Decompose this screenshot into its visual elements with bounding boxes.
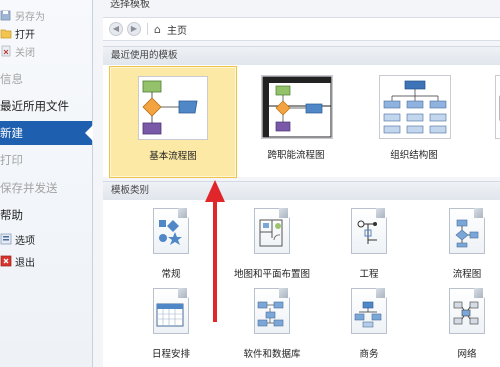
active-indicator <box>85 125 93 141</box>
schedule-icon <box>156 303 184 327</box>
sidebar-item-label: 选项 <box>15 235 35 247</box>
category-network[interactable]: 网络 <box>427 288 500 360</box>
sidebar-item-label: 打开 <box>15 29 35 41</box>
exit-icon <box>0 255 12 267</box>
fold-icon <box>178 208 187 218</box>
template-org-chart[interactable]: 组织结构图 <box>359 66 469 176</box>
network-icon <box>453 301 479 325</box>
template-cross-functional-flowchart[interactable]: 跨职能流程图 <box>241 66 351 176</box>
category-label: 流程图 <box>452 269 482 280</box>
close-file-icon <box>0 45 12 57</box>
category-label: 日程安排 <box>151 349 190 360</box>
map-floorplan-icon <box>259 219 283 247</box>
template-categories-panel: 常规 地图和平面布置图 工程 流程图 日程安排 软件和数据库 商务 网络 <box>103 200 500 367</box>
sidebar-item-label: 最近所用文件 <box>0 99 69 113</box>
software-database-icon <box>257 301 284 327</box>
fold-icon <box>279 208 288 218</box>
home-icon[interactable]: ⌂ <box>154 23 161 36</box>
back-button[interactable]: ◀ <box>109 22 123 36</box>
category-maps-floorplans[interactable]: 地图和平面布置图 <box>232 208 312 280</box>
options-icon <box>0 233 12 245</box>
category-schedule[interactable]: 日程安排 <box>131 288 211 360</box>
category-general[interactable]: 常规 <box>131 208 211 280</box>
sidebar-item-save-send[interactable]: 保存并发送 <box>0 177 92 199</box>
fold-icon <box>474 288 483 298</box>
basic-flowchart-thumbnail <box>138 76 208 140</box>
sidebar-item-label: 关闭 <box>15 47 35 59</box>
category-label: 商务 <box>359 349 379 360</box>
general-shapes-icon <box>159 220 182 245</box>
category-software-database[interactable]: 软件和数据库 <box>232 288 312 360</box>
business-icon <box>354 301 382 328</box>
sidebar-item-label: 另存为 <box>15 11 45 23</box>
cross-functional-thumbnail <box>261 75 333 139</box>
sidebar-item-new[interactable]: 新建 <box>0 121 93 145</box>
save-as-icon <box>0 9 12 21</box>
sidebar-item-label: 退出 <box>15 257 35 269</box>
template-categories-header: 模板类别 <box>103 181 500 201</box>
category-label: 工程 <box>359 269 379 280</box>
recent-templates-panel: 基本流程图 跨职能流程图 组织结构图 <box>103 65 500 178</box>
recent-templates-header: 最近使用的模板 <box>103 46 500 66</box>
category-label: 软件和数据库 <box>243 349 301 360</box>
fold-icon <box>474 208 483 218</box>
annotation-arrow-shaft <box>213 198 217 322</box>
open-folder-icon <box>0 27 12 39</box>
category-business[interactable]: 商务 <box>329 288 409 360</box>
fold-icon <box>376 208 385 218</box>
divider <box>147 23 148 35</box>
engineering-icon <box>357 220 377 244</box>
fold-icon <box>279 288 288 298</box>
forward-button[interactable]: ▶ <box>127 22 141 36</box>
backstage-sidebar: 另存为 打开 关闭 信息 最近所用文件 新建 打印 保存并发送 帮助 选项 退出 <box>0 0 93 367</box>
sidebar-item-help[interactable]: 帮助 <box>0 204 92 226</box>
fold-icon <box>376 288 385 298</box>
sidebar-item-recent[interactable]: 最近所用文件 <box>0 95 92 117</box>
template-label: 组织结构图 <box>390 150 438 161</box>
flowchart-icon <box>455 219 479 248</box>
breadcrumb-home[interactable]: 主页 <box>167 22 187 37</box>
category-label: 常规 <box>161 269 181 280</box>
sidebar-item-exit[interactable]: 退出 <box>0 250 92 272</box>
org-chart-thumbnail <box>379 75 451 139</box>
sidebar-item-options[interactable]: 选项 <box>0 228 92 250</box>
sidebar-item-label: 保存并发送 <box>0 181 58 195</box>
page-title: 选择模板 <box>110 0 150 10</box>
template-basic-flowchart[interactable]: 基本流程图 <box>109 66 237 178</box>
template-partial[interactable] <box>479 66 500 176</box>
category-label: 地图和平面布置图 <box>233 269 310 280</box>
category-engineering[interactable]: 工程 <box>329 208 409 280</box>
category-label: 网络 <box>457 349 477 360</box>
partial-thumbnail <box>495 75 500 139</box>
sidebar-item-info[interactable]: 信息 <box>0 68 92 90</box>
sidebar-item-label: 帮助 <box>0 208 23 222</box>
category-flowchart[interactable]: 流程图 <box>427 208 500 280</box>
sidebar-item-close[interactable]: 关闭 <box>0 40 92 62</box>
sidebar-item-label: 信息 <box>0 72 23 86</box>
sidebar-item-label: 新建 <box>0 126 23 140</box>
template-pane: 选择模板 ◀ ▶ ⌂ 主页 最近使用的模板 基本流程图 跨职能流程图 组织结构图… <box>93 0 500 367</box>
sidebar-item-print[interactable]: 打印 <box>0 149 92 171</box>
template-label: 基本流程图 <box>149 151 197 162</box>
fold-icon <box>178 288 187 298</box>
template-label: 跨职能流程图 <box>267 150 325 161</box>
template-navbar: ◀ ▶ ⌂ 主页 <box>103 17 500 41</box>
sidebar-item-label: 打印 <box>0 153 23 167</box>
